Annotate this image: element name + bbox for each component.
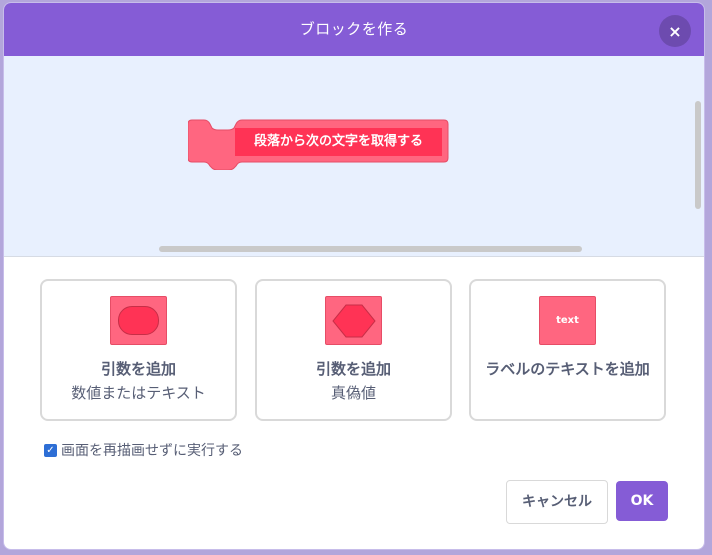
round-slot-shape bbox=[118, 306, 159, 335]
vertical-scrollbar[interactable] bbox=[695, 101, 701, 209]
option-title: 引数を追加 bbox=[100, 360, 176, 378]
diamond-slot-shape bbox=[332, 304, 376, 338]
label-text-icon-caption: text bbox=[556, 315, 579, 326]
block-name-input[interactable]: 段落から次の文字を取得する bbox=[235, 128, 442, 156]
add-number-text-input-button[interactable]: 引数を追加 数値またはテキスト bbox=[40, 279, 237, 421]
run-without-refresh-checkbox[interactable]: ✓ bbox=[44, 443, 57, 457]
label-text-icon: text bbox=[539, 296, 596, 345]
add-boolean-input-button[interactable]: 引数を追加 真偽値 bbox=[255, 279, 452, 421]
option-title: 引数を追加 bbox=[315, 360, 391, 378]
block-preview-workspace[interactable]: 段落から次の文字を取得する bbox=[4, 56, 704, 257]
close-icon: × bbox=[668, 21, 682, 41]
add-label-text-button[interactable]: text ラベルのテキストを追加 bbox=[469, 279, 666, 421]
add-input-options: 引数を追加 数値またはテキスト 引数を追加 真偽値 text ラベルのテキストを… bbox=[40, 279, 670, 423]
make-block-dialog: ブロックを作る × 段落から次の文字を取得する 引数を追加 数値またはテキスト bbox=[3, 2, 705, 550]
ok-button[interactable]: OK bbox=[616, 481, 668, 521]
number-text-input-icon bbox=[110, 296, 167, 345]
dialog-title: ブロックを作る bbox=[299, 20, 409, 38]
option-subtitle: 真偽値 bbox=[330, 384, 376, 402]
dialog-header: ブロックを作る × bbox=[4, 3, 704, 56]
horizontal-scrollbar[interactable] bbox=[159, 246, 582, 252]
option-subtitle: 数値またはテキスト bbox=[71, 384, 206, 402]
close-button[interactable]: × bbox=[659, 15, 691, 47]
run-without-refresh-row: ✓ 画面を再描画せずに実行する bbox=[44, 440, 243, 460]
run-without-refresh-label[interactable]: 画面を再描画せずに実行する bbox=[61, 440, 243, 460]
option-title: ラベルのテキストを追加 bbox=[485, 360, 650, 378]
cancel-button[interactable]: キャンセル bbox=[506, 480, 608, 524]
boolean-input-icon bbox=[325, 296, 382, 345]
